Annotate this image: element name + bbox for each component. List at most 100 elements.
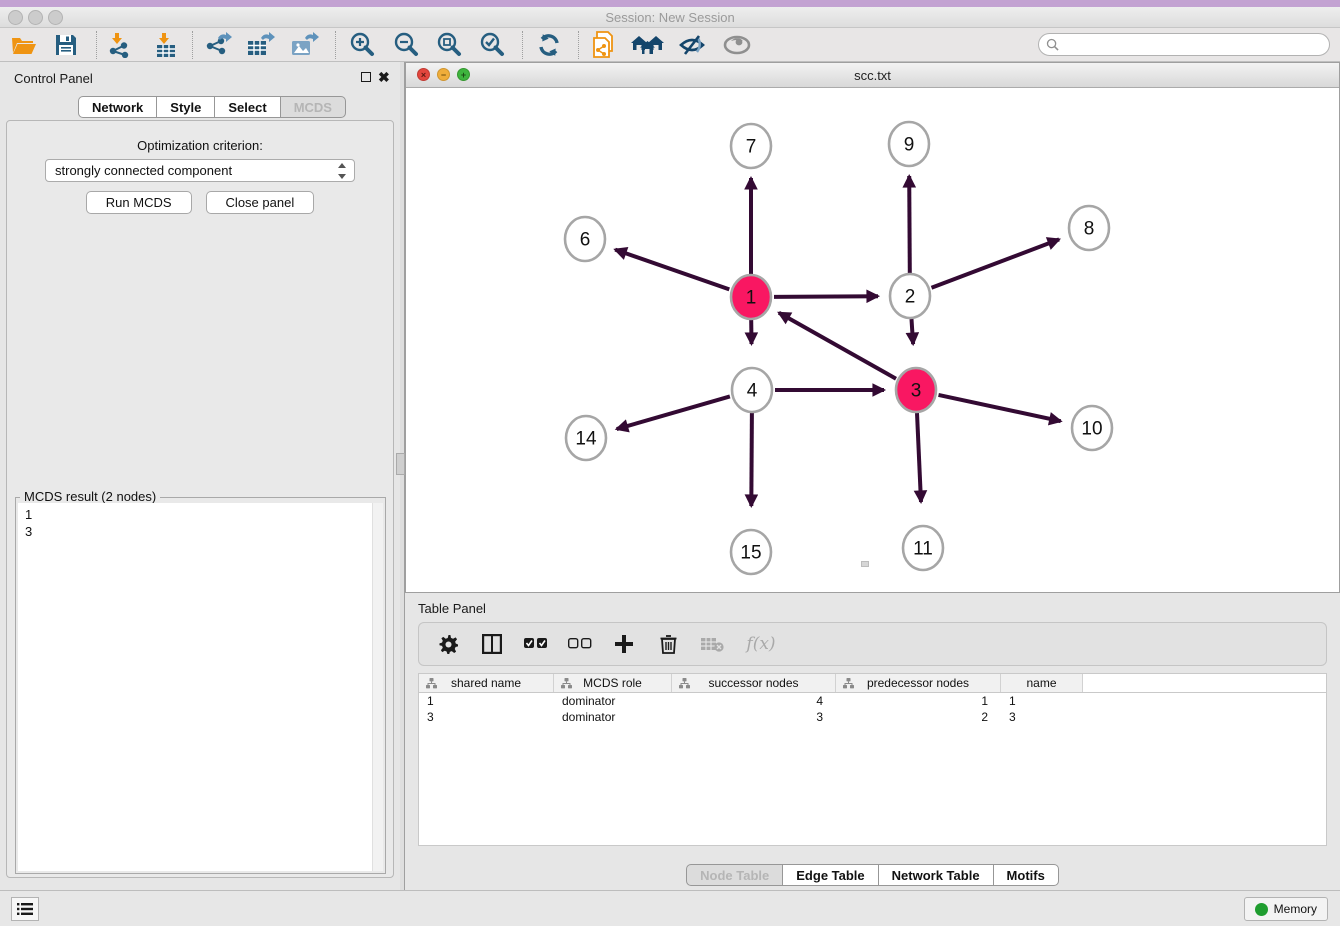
- column-header-shared-name[interactable]: shared name: [419, 674, 554, 692]
- close-panel-icon[interactable]: ✖: [378, 72, 390, 82]
- zoom-fit-button[interactable]: [431, 30, 467, 60]
- memory-button[interactable]: Memory: [1244, 897, 1328, 921]
- main-toolbar: [0, 28, 1340, 62]
- select-all-button[interactable]: [524, 632, 548, 656]
- edge-3-11[interactable]: [917, 413, 921, 502]
- network-canvas[interactable]: 7 9 6 8 1 2 4 3 14 10 15 11: [406, 88, 1339, 592]
- show-eye-button[interactable]: [719, 30, 755, 60]
- tab-mcds[interactable]: MCDS: [280, 96, 346, 118]
- zoom-in-button[interactable]: [344, 30, 380, 60]
- node-4[interactable]: 4: [732, 368, 772, 412]
- hide-selected-button[interactable]: [674, 30, 710, 60]
- home-button[interactable]: [630, 30, 666, 60]
- node-9[interactable]: 9: [889, 122, 929, 166]
- node-6[interactable]: 6: [565, 217, 605, 261]
- column-header-name[interactable]: name: [1001, 674, 1083, 692]
- svg-text:10: 10: [1081, 419, 1102, 440]
- svg-text:7: 7: [746, 137, 757, 158]
- deselect-all-button[interactable]: [568, 632, 592, 656]
- tab-select[interactable]: Select: [214, 96, 280, 118]
- zoom-selected-icon: [479, 32, 505, 58]
- search-input[interactable]: [1059, 38, 1309, 52]
- edge-2-8[interactable]: [932, 239, 1060, 287]
- splitter-handle[interactable]: [396, 453, 405, 475]
- svg-text:4: 4: [747, 381, 758, 402]
- delete-table-button: [700, 632, 724, 656]
- import-network-button[interactable]: [102, 30, 138, 60]
- zoom-selected-button[interactable]: [474, 30, 510, 60]
- optimization-dropdown[interactable]: strongly connected component: [45, 159, 355, 182]
- edge-1-6[interactable]: [615, 250, 729, 290]
- network-canvas-svg: 7 9 6 8 1 2 4 3 14 10 15 11: [406, 88, 1339, 592]
- edge-2-9[interactable]: [909, 176, 910, 273]
- plus-icon: [615, 635, 633, 653]
- open-session-button[interactable]: [6, 30, 42, 60]
- edge-2-3[interactable]: [912, 319, 914, 344]
- mcds-result-area[interactable]: 1 3: [18, 503, 383, 871]
- node-table[interactable]: shared nameMCDS rolesuccessor nodesprede…: [418, 673, 1327, 845]
- export-image-button[interactable]: [287, 30, 323, 60]
- task-history-button[interactable]: [11, 897, 39, 921]
- edge-3-10[interactable]: [939, 395, 1061, 421]
- edge-4-15[interactable]: [751, 413, 752, 506]
- table-settings-button[interactable]: [436, 632, 460, 656]
- trash-icon: [660, 634, 677, 654]
- table-row[interactable]: 1dominator411: [419, 693, 1326, 709]
- edge-4-14[interactable]: [617, 396, 730, 429]
- tab-motifs[interactable]: Motifs: [993, 864, 1059, 886]
- network-resize-handle[interactable]: [861, 561, 869, 567]
- node-8[interactable]: 8: [1069, 206, 1109, 250]
- control-panel: Control Panel ✖ Network Style Select MCD…: [0, 62, 400, 890]
- cell-shared-name: 3: [419, 709, 554, 725]
- edge-1-2[interactable]: [774, 296, 878, 297]
- node-15[interactable]: 15: [731, 530, 771, 574]
- clone-network-button[interactable]: [586, 30, 622, 60]
- node-1[interactable]: 1: [731, 275, 771, 319]
- node-10[interactable]: 10: [1072, 406, 1112, 450]
- edge-3-1[interactable]: [779, 313, 896, 379]
- add-column-button[interactable]: [612, 632, 636, 656]
- column-header-MCDS-role[interactable]: MCDS role: [554, 674, 672, 692]
- export-image-icon: [291, 32, 319, 58]
- export-network-button[interactable]: [200, 30, 236, 60]
- svg-text:14: 14: [575, 429, 597, 450]
- network-view-window: × − + scc.txt 7968124314101511: [405, 62, 1340, 593]
- node-14[interactable]: 14: [566, 416, 606, 460]
- float-panel-icon[interactable]: [361, 72, 371, 82]
- search-icon: [1046, 38, 1059, 51]
- zoom-out-icon: [393, 32, 419, 58]
- table-row[interactable]: 3dominator323: [419, 709, 1326, 725]
- tab-network-table[interactable]: Network Table: [878, 864, 994, 886]
- result-scrollbar[interactable]: [372, 503, 383, 871]
- save-icon: [55, 34, 77, 56]
- save-session-button[interactable]: [48, 30, 84, 60]
- control-panel-title: Control Panel: [14, 71, 93, 86]
- function-builder-button: f(x): [744, 632, 778, 656]
- column-header-successor-nodes[interactable]: successor nodes: [672, 674, 836, 692]
- toolbar-separator: [192, 31, 193, 59]
- node-11[interactable]: 11: [903, 526, 943, 570]
- cell-predecessor-nodes: 2: [836, 709, 1001, 725]
- list-icon: [17, 902, 33, 916]
- tab-style[interactable]: Style: [156, 96, 215, 118]
- node-3[interactable]: 3: [896, 368, 936, 412]
- node-2[interactable]: 2: [890, 274, 930, 318]
- export-table-icon: [247, 32, 275, 58]
- show-columns-button[interactable]: [480, 632, 504, 656]
- search-field[interactable]: [1038, 33, 1330, 56]
- close-panel-button[interactable]: Close panel: [206, 191, 315, 214]
- delete-table-icon: [700, 636, 724, 652]
- refresh-button[interactable]: [531, 30, 567, 60]
- run-mcds-button[interactable]: Run MCDS: [86, 191, 192, 214]
- mcds-result-box: MCDS result (2 nodes) 1 3: [15, 497, 386, 874]
- toolbar-separator: [578, 31, 579, 59]
- tab-network[interactable]: Network: [78, 96, 157, 118]
- node-7[interactable]: 7: [731, 124, 771, 168]
- column-header-predecessor-nodes[interactable]: predecessor nodes: [836, 674, 1001, 692]
- tab-node-table[interactable]: Node Table: [686, 864, 783, 886]
- export-table-button[interactable]: [243, 30, 279, 60]
- tab-edge-table[interactable]: Edge Table: [782, 864, 878, 886]
- delete-column-button[interactable]: [656, 632, 680, 656]
- zoom-out-button[interactable]: [388, 30, 424, 60]
- import-table-button[interactable]: [148, 30, 184, 60]
